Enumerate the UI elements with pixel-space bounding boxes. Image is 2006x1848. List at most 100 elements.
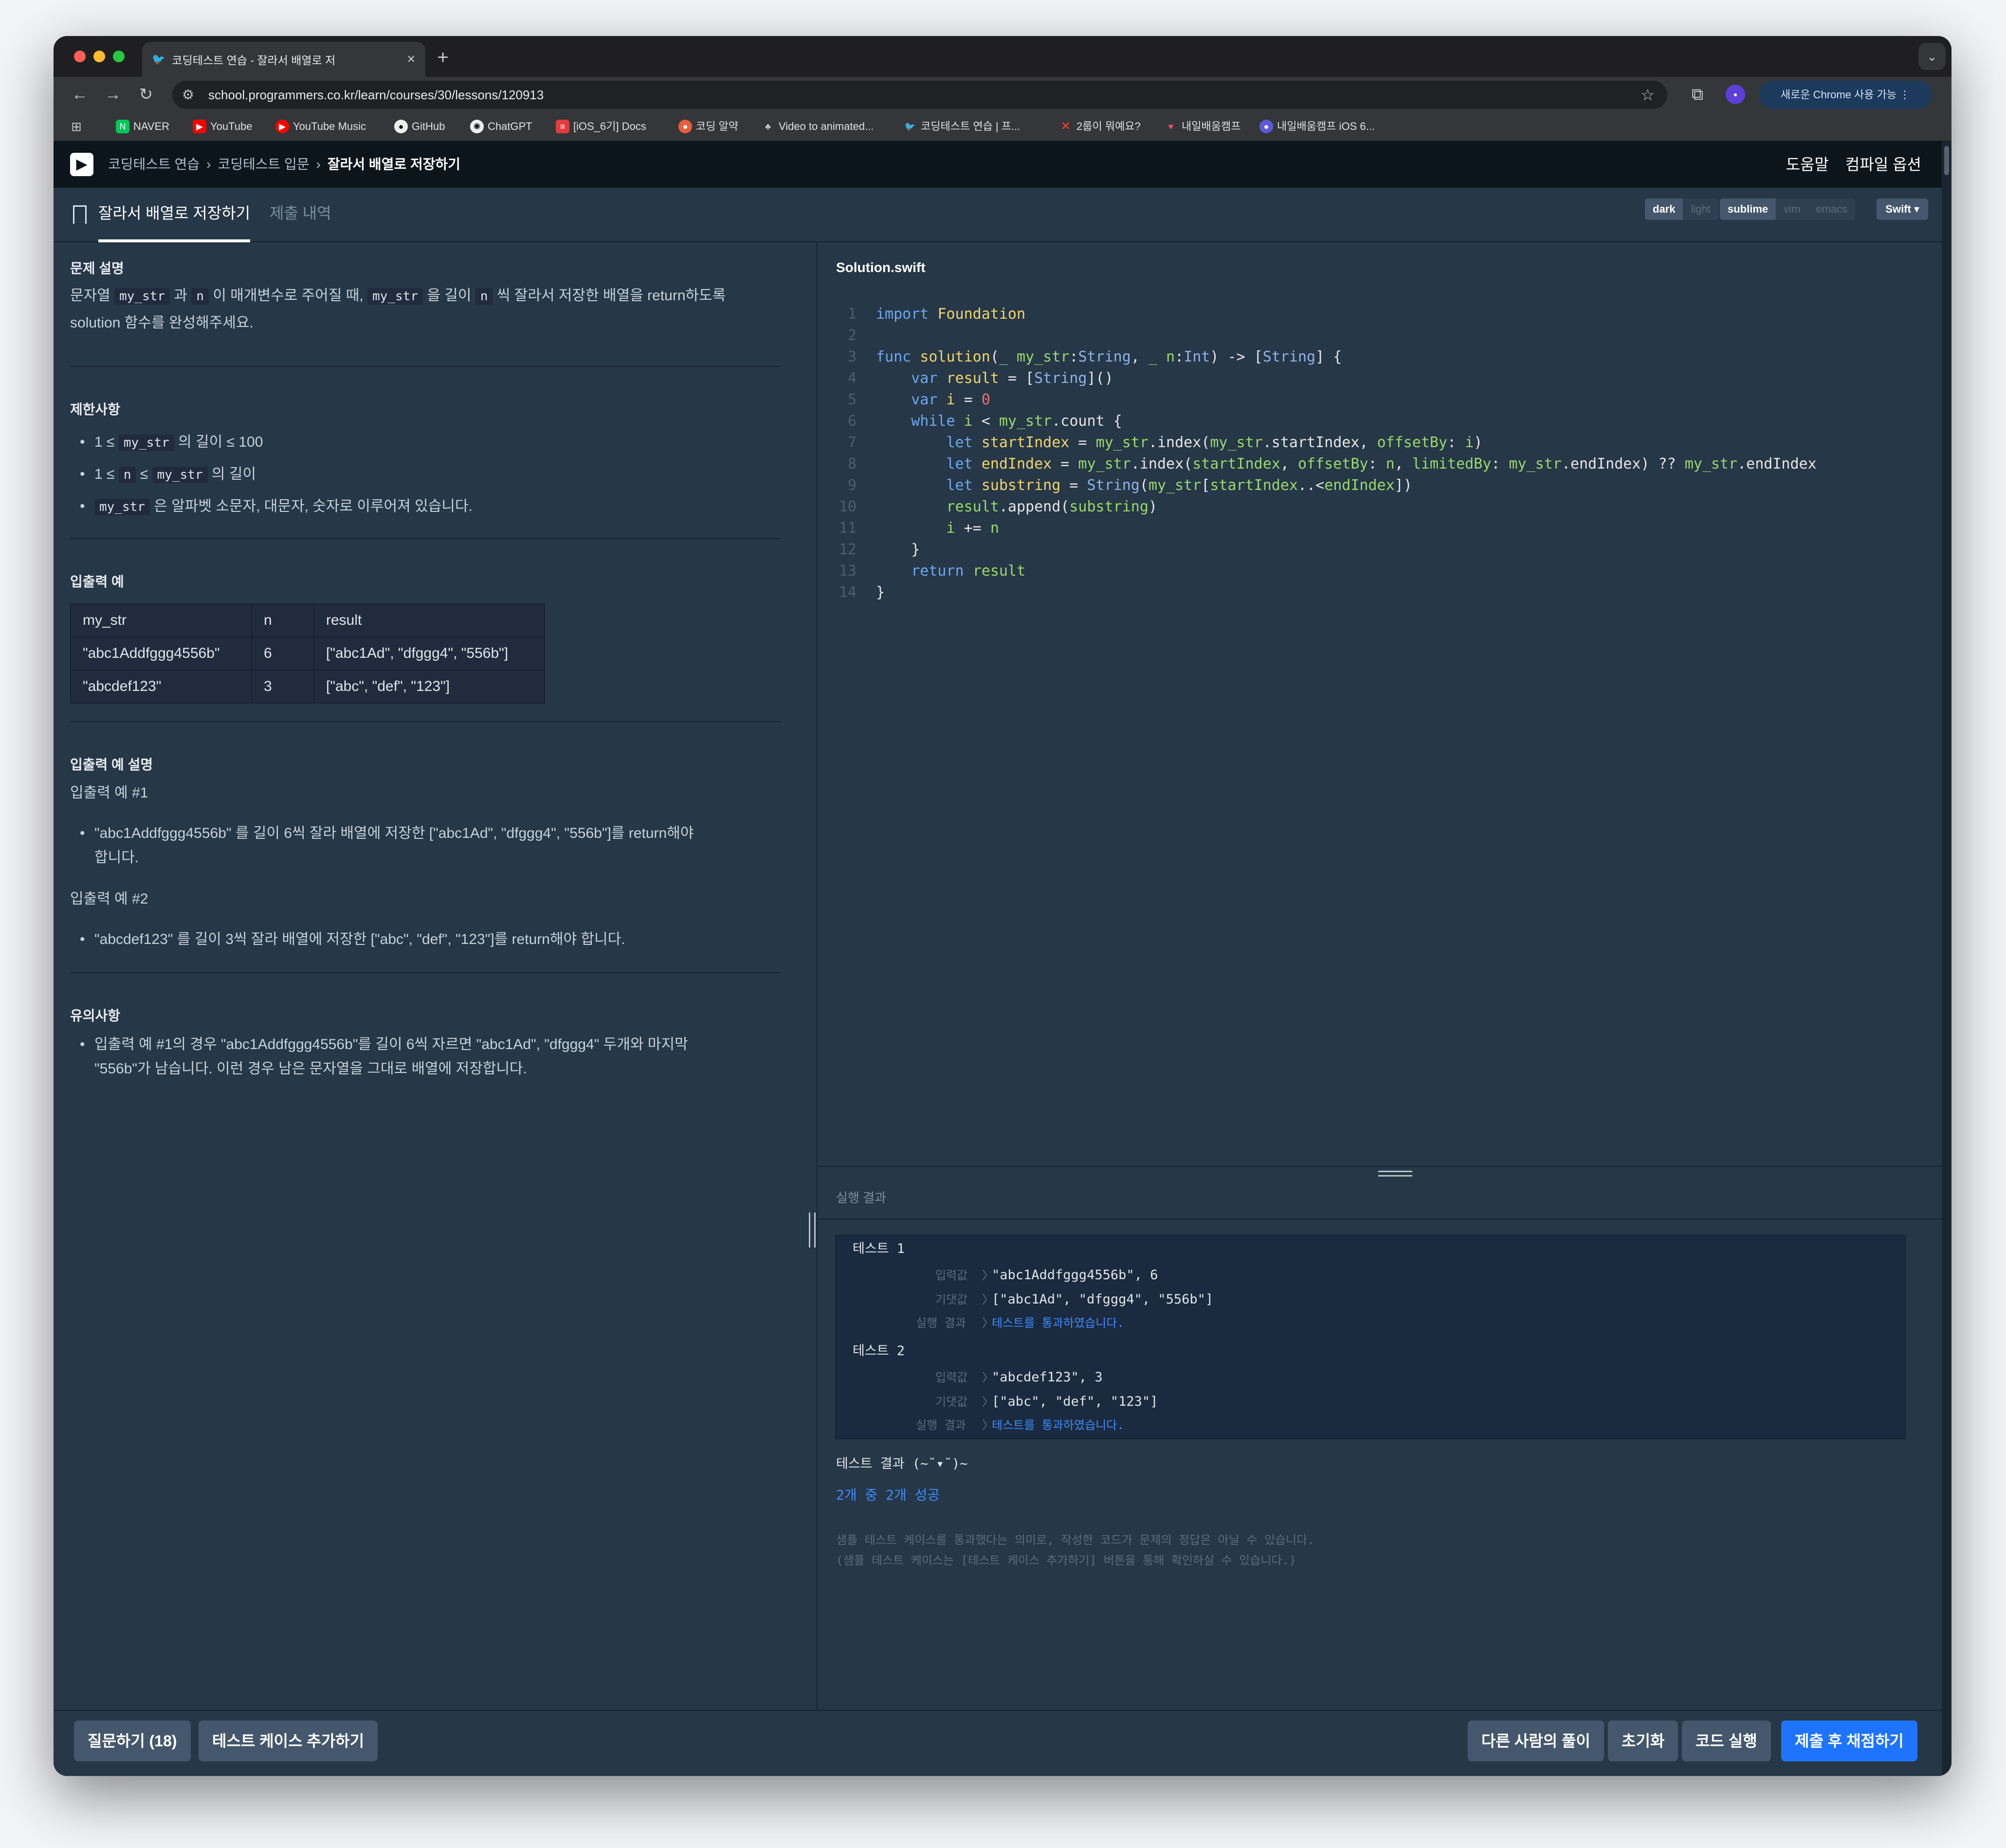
problem-pane: 문제 설명 문자열 my_str 과 n 이 매개변수로 주어질 때, my_s…: [54, 242, 818, 1710]
keymap-toggle: sublime vim emacs: [1720, 199, 1856, 220]
new-tab-button[interactable]: +: [428, 43, 457, 72]
bookmark-ios-docs[interactable]: ≡ [iOS_6기] Docs: [556, 112, 646, 141]
input-label: 입력값: [935, 1268, 968, 1282]
text-part: 의 길이 ≤ 100: [178, 434, 263, 450]
keymap-vim-button[interactable]: vim: [1776, 199, 1808, 220]
table-header-row: my_str n result: [70, 603, 545, 637]
text-part: 과: [174, 288, 188, 304]
ask-question-button[interactable]: 질문하기 (18): [74, 1721, 191, 1761]
tab-problem[interactable]: 잘라서 배열로 저장하기: [98, 188, 251, 242]
red-x-icon: ✕: [1060, 120, 1071, 133]
line-number: 10: [839, 498, 857, 515]
breadcrumb-item[interactable]: 코딩테스트 입문: [218, 141, 309, 188]
close-window-button[interactable]: [74, 51, 86, 62]
video-icon: ♣: [765, 122, 771, 131]
programmers-logo[interactable]: ▶: [70, 153, 93, 176]
code-editor[interactable]: 1 import Foundation 2 3 func solution(_ my…: [819, 301, 1942, 1147]
run-code-button[interactable]: 코드 실행: [1682, 1721, 1771, 1761]
bookmark-group[interactable]: ✕ 2룹이 뭐예요?: [1059, 112, 1141, 141]
bookmark-programmers[interactable]: 🐦 코딩테스트 연습 | 프...: [903, 112, 1021, 141]
apps-grid-icon[interactable]: ⊞: [71, 112, 82, 141]
text-part: 1 ≤: [94, 434, 115, 450]
bookmark-star-icon[interactable]: ☆: [1641, 81, 1655, 109]
profile-avatar[interactable]: ●: [1726, 85, 1745, 104]
line-number: 14: [839, 584, 857, 601]
compile-options-link[interactable]: 컴파일 옵션: [1845, 141, 1921, 188]
reset-button[interactable]: 초기화: [1608, 1721, 1678, 1761]
bookmark-coding-pill[interactable]: ● 코딩 알약: [678, 112, 738, 141]
table-row: "abcdef123" 3 ["abc", "def", "123"]: [70, 670, 545, 704]
constraint-item: 1 ≤ my_str 의 길이 ≤ 100: [80, 430, 263, 455]
line-number: 13: [839, 562, 857, 580]
theme-dark-button[interactable]: dark: [1645, 199, 1683, 220]
scrollbar-thumb[interactable]: [1944, 146, 1949, 175]
others-solutions-button[interactable]: 다른 사람의 풀이: [1468, 1721, 1604, 1761]
site-info-icon[interactable]: ⚙: [182, 81, 194, 109]
divider: [70, 972, 781, 973]
input-label: 입력값: [935, 1371, 968, 1384]
bookmark-naver[interactable]: N NAVER: [116, 112, 169, 141]
keymap-emacs-button[interactable]: emacs: [1808, 199, 1856, 220]
breadcrumb-item[interactable]: 코딩테스트 연습: [108, 141, 200, 188]
url-text: school.programmers.co.kr/learn/courses/3…: [208, 88, 544, 102]
theme-light-button[interactable]: light: [1683, 199, 1718, 220]
back-button[interactable]: ←: [67, 82, 92, 107]
naver-icon: N: [116, 120, 129, 133]
reload-button[interactable]: ↻: [133, 82, 159, 107]
close-tab-icon[interactable]: ✕: [407, 53, 416, 66]
explanation-line: 합니다.: [94, 850, 139, 866]
chrome-update-label: 새로운 Chrome 사용 가능: [1780, 89, 1897, 101]
tab-search-button[interactable]: ⌄: [1918, 43, 1946, 70]
tab-submissions[interactable]: 제출 내역: [270, 188, 331, 242]
constraint-item: 1 ≤ n ≤ my_str 의 길이: [80, 462, 256, 487]
add-testcase-button[interactable]: 테스트 케이스 추가하기: [199, 1721, 378, 1761]
minimize-window-button[interactable]: [93, 51, 105, 62]
bookmark-icon[interactable]: [73, 205, 87, 224]
summary-result: 2개 중 2개 성공: [836, 1487, 940, 1503]
inline-code: my_str: [152, 467, 208, 483]
maximize-window-button[interactable]: [113, 51, 125, 62]
bookmark-nbc-ios[interactable]: ● 내일배움캠프 iOS 6...: [1259, 112, 1375, 141]
address-bar[interactable]: ⚙ school.programmers.co.kr/learn/courses…: [172, 81, 1667, 109]
expected-label: 기댓값: [935, 1293, 968, 1306]
text-part: 1 ≤: [94, 466, 115, 482]
lesson-tabs-bar: 잘라서 배열로 저장하기 제출 내역 dark light sublime vi…: [54, 188, 1942, 242]
test-title: 테스트 2: [853, 1343, 905, 1359]
help-link[interactable]: 도움말: [1786, 141, 1829, 188]
extensions-icon[interactable]: ⧉: [1685, 82, 1710, 107]
result-resize-handle[interactable]: [1378, 1171, 1412, 1177]
table-cell: ["abc", "def", "123"]: [313, 670, 545, 704]
io-example-title: 입출력 예: [70, 574, 124, 589]
line-number: 11: [839, 520, 857, 537]
inline-code: my_str: [114, 288, 170, 305]
keymap-sublime-button[interactable]: sublime: [1720, 199, 1776, 220]
line-number: 6: [847, 413, 857, 430]
language-select[interactable]: Swift ▾: [1877, 199, 1928, 220]
youtube-music-icon: ▶: [275, 120, 289, 133]
coding-pill-icon: ●: [678, 120, 692, 133]
bookmark-youtube-music[interactable]: ▶ YouTube Music: [275, 112, 366, 141]
browser-window: 🐦 코딩테스트 연습 - 잘라서 배열로 저 ✕ + ⌄ ← → ↻ ⚙ sch…: [54, 36, 1951, 1776]
result-label: 실행 결과: [836, 1191, 886, 1205]
bookmark-youtube[interactable]: ▶ YouTube: [193, 112, 252, 141]
breadcrumb: 코딩테스트 연습 › 코딩테스트 입문 › 잘라서 배열로 저장하기: [108, 141, 460, 188]
page-scrollbar[interactable]: [1942, 141, 1951, 1776]
chrome-update-button[interactable]: 새로운 Chrome 사용 가능 ⋮: [1759, 81, 1932, 109]
nbc-ios-icon: ●: [1259, 120, 1273, 133]
forward-button[interactable]: →: [100, 82, 126, 107]
submit-button[interactable]: 제출 후 채점하기: [1781, 1721, 1917, 1761]
pane-resize-handle[interactable]: [809, 1213, 816, 1248]
io-example-table: my_str n result "abc1Addfggg4556b" 6 ["a…: [70, 603, 545, 704]
divider: [70, 721, 781, 722]
bookmark-video-animated[interactable]: ♣ Video to animated...: [761, 112, 874, 141]
bookmark-github[interactable]: ● GitHub: [394, 112, 445, 141]
browser-tab[interactable]: 🐦 코딩테스트 연습 - 잘라서 배열로 저 ✕: [142, 42, 425, 77]
bookmark-label: GitHub: [412, 120, 445, 132]
programmers-icon: 🐦: [904, 122, 916, 131]
bookmark-chatgpt[interactable]: ✺ ChatGPT: [470, 112, 532, 141]
chevron-right-icon: ›: [316, 157, 321, 172]
line-number: 4: [847, 370, 857, 387]
bookmark-nbc[interactable]: ♥ 내일배움캠프: [1164, 112, 1241, 141]
notes-line: "556b"가 남습니다. 이런 경우 남은 문자열을 그대로 배열에 저장합니…: [94, 1061, 527, 1077]
notes-item: 입출력 예 #1의 경우 "abc1Addfggg4556b"를 길이 6씩 자…: [80, 1033, 688, 1081]
